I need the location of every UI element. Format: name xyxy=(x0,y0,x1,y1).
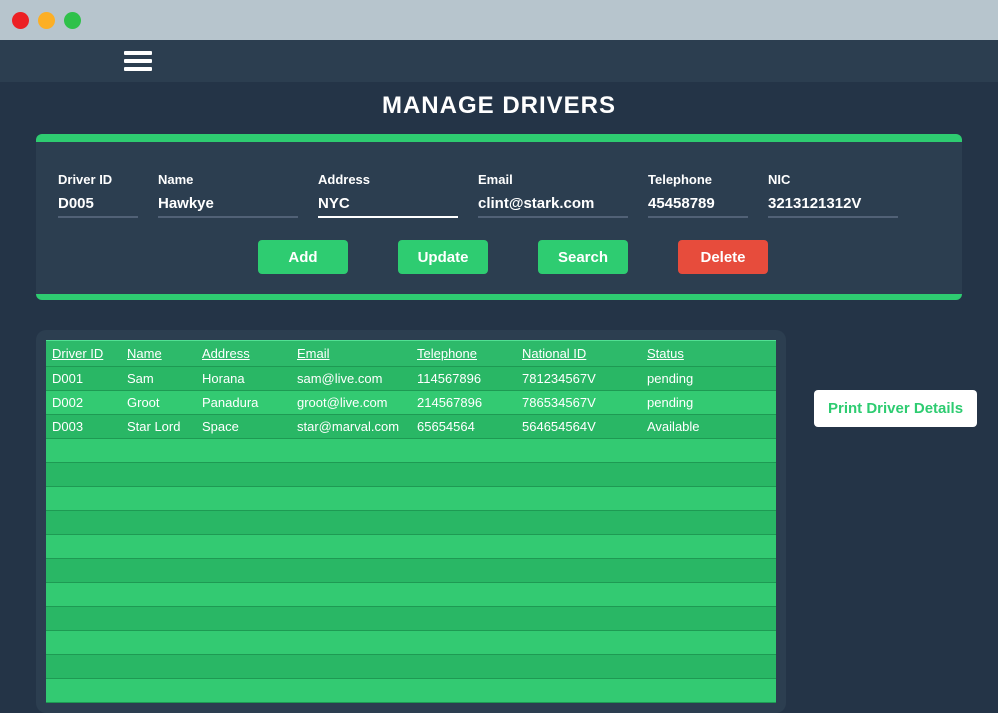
table-row-empty[interactable] xyxy=(46,439,776,463)
cell-email: star@marval.com xyxy=(291,415,411,439)
table-row[interactable]: D002GrootPanaduragroot@live.com214567896… xyxy=(46,391,776,415)
col-header-name[interactable]: Name xyxy=(121,341,196,367)
cell-name: Star Lord xyxy=(121,415,196,439)
col-header-national-id[interactable]: National ID xyxy=(516,341,641,367)
cell-address: Panadura xyxy=(196,391,291,415)
cell-email: sam@live.com xyxy=(291,367,411,391)
update-button[interactable]: Update xyxy=(398,240,488,274)
drivers-table: Driver ID Name Address Email Telephone N… xyxy=(46,340,776,703)
nic-input[interactable] xyxy=(768,193,898,218)
cell-national_id: 786534567V xyxy=(516,391,641,415)
cell-address: Space xyxy=(196,415,291,439)
driver-form-panel: Driver ID Name Address Email Telephone N… xyxy=(36,134,962,300)
top-navbar xyxy=(0,40,998,82)
address-label: Address xyxy=(318,172,458,187)
drivers-table-card: Driver ID Name Address Email Telephone N… xyxy=(36,330,786,713)
table-row-empty[interactable] xyxy=(46,559,776,583)
table-row[interactable]: D003Star LordSpacestar@marval.com6565456… xyxy=(46,415,776,439)
cell-name: Groot xyxy=(121,391,196,415)
col-header-email[interactable]: Email xyxy=(291,341,411,367)
window-titlebar xyxy=(0,0,998,40)
cell-name: Sam xyxy=(121,367,196,391)
name-input[interactable] xyxy=(158,193,298,218)
name-label: Name xyxy=(158,172,298,187)
cell-telephone: 214567896 xyxy=(411,391,516,415)
cell-status: pending xyxy=(641,367,776,391)
col-header-address[interactable]: Address xyxy=(196,341,291,367)
telephone-input[interactable] xyxy=(648,193,748,218)
col-header-telephone[interactable]: Telephone xyxy=(411,341,516,367)
table-row-empty[interactable] xyxy=(46,679,776,703)
table-row-empty[interactable] xyxy=(46,631,776,655)
nic-field-group: NIC xyxy=(768,172,898,218)
table-row-empty[interactable] xyxy=(46,511,776,535)
minimize-window-icon[interactable] xyxy=(38,12,55,29)
close-window-icon[interactable] xyxy=(12,12,29,29)
address-field-group: Address xyxy=(318,172,458,218)
page-title: MANAGE DRIVERS xyxy=(0,92,998,120)
cell-driver_id: D002 xyxy=(46,391,121,415)
table-row-empty[interactable] xyxy=(46,463,776,487)
cell-driver_id: D003 xyxy=(46,415,121,439)
table-row-empty[interactable] xyxy=(46,583,776,607)
address-input[interactable] xyxy=(318,193,458,218)
delete-button[interactable]: Delete xyxy=(678,240,768,274)
cell-email: groot@live.com xyxy=(291,391,411,415)
col-header-status[interactable]: Status xyxy=(641,341,776,367)
email-input[interactable] xyxy=(478,193,628,218)
driver-id-field-group: Driver ID xyxy=(58,172,138,218)
table-row-empty[interactable] xyxy=(46,607,776,631)
cell-telephone: 114567896 xyxy=(411,367,516,391)
print-driver-details-button[interactable]: Print Driver Details xyxy=(814,390,977,427)
cell-national_id: 781234567V xyxy=(516,367,641,391)
cell-telephone: 65654564 xyxy=(411,415,516,439)
cell-status: Available xyxy=(641,415,776,439)
cell-address: Horana xyxy=(196,367,291,391)
table-row[interactable]: D001SamHoranasam@live.com114567896781234… xyxy=(46,367,776,391)
driver-id-label: Driver ID xyxy=(58,172,138,187)
cell-driver_id: D001 xyxy=(46,367,121,391)
table-row-empty[interactable] xyxy=(46,487,776,511)
add-button[interactable]: Add xyxy=(258,240,348,274)
driver-id-input[interactable] xyxy=(58,193,138,218)
email-field-group: Email xyxy=(478,172,628,218)
search-button[interactable]: Search xyxy=(538,240,628,274)
name-field-group: Name xyxy=(158,172,298,218)
table-header-row: Driver ID Name Address Email Telephone N… xyxy=(46,341,776,367)
email-label: Email xyxy=(478,172,628,187)
drivers-table-section: Driver ID Name Address Email Telephone N… xyxy=(36,330,962,713)
maximize-window-icon[interactable] xyxy=(64,12,81,29)
col-header-driver-id[interactable]: Driver ID xyxy=(46,341,121,367)
cell-national_id: 564654564V xyxy=(516,415,641,439)
telephone-field-group: Telephone xyxy=(648,172,748,218)
nic-label: NIC xyxy=(768,172,898,187)
hamburger-menu-icon[interactable] xyxy=(124,51,152,71)
table-row-empty[interactable] xyxy=(46,535,776,559)
table-row-empty[interactable] xyxy=(46,655,776,679)
cell-status: pending xyxy=(641,391,776,415)
telephone-label: Telephone xyxy=(648,172,748,187)
